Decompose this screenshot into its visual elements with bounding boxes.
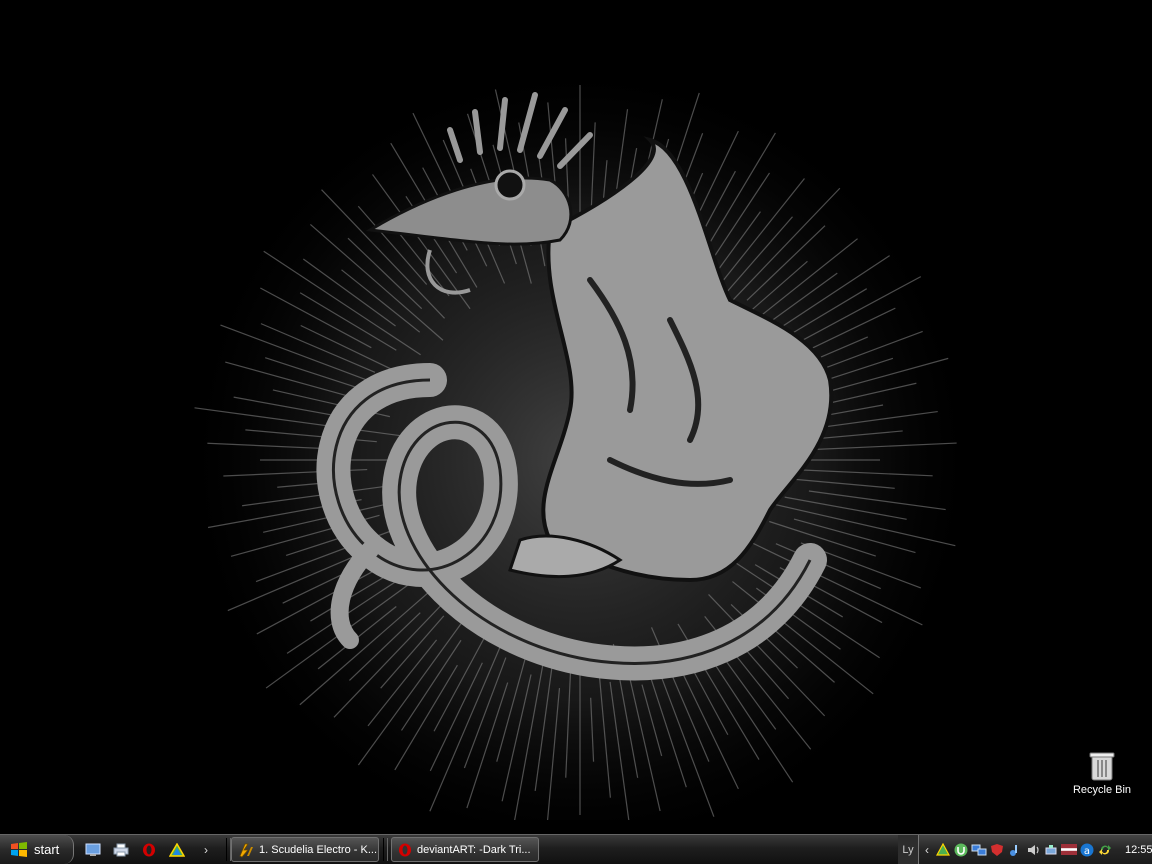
volume-icon: [1028, 844, 1039, 855]
svg-text:a: a: [1084, 846, 1090, 857]
tray-safely-remove-hardware[interactable]: [1043, 842, 1059, 858]
quick-launch-more-chevron[interactable]: ›: [204, 843, 208, 857]
tray-expand-chevron[interactable]: ‹: [925, 843, 929, 857]
quick-launch-opera[interactable]: [138, 839, 160, 861]
taskbar: start › 1. Scudelia Electro - K... devia…: [0, 834, 1152, 864]
tray-network[interactable]: [971, 842, 987, 858]
tray-security[interactable]: [989, 842, 1005, 858]
show-desktop-icon: [85, 843, 101, 856]
task-button-deviantart[interactable]: deviantART: -Dark Tri...: [391, 837, 539, 862]
language-indicator[interactable]: Ly: [898, 835, 918, 864]
start-label: start: [34, 842, 60, 857]
task-button-winamp[interactable]: 1. Scudelia Electro - K...: [231, 837, 379, 862]
quick-launch-show-desktop[interactable]: [82, 839, 104, 861]
taskbar-separator: [383, 838, 388, 861]
wallpaper-dragon-art: [180, 80, 980, 820]
windows-logo-icon: [11, 841, 27, 857]
tray-language-flag[interactable]: [1061, 842, 1077, 858]
system-tray: ‹ a 12:55: [918, 835, 1152, 864]
tray-clock[interactable]: 12:55 AM: [1125, 844, 1152, 856]
opera-icon: [399, 843, 411, 856]
quick-launch-delta-app[interactable]: [166, 839, 188, 861]
tray-utorrent[interactable]: [953, 842, 969, 858]
winamp-icon: [239, 843, 253, 857]
recycle-bin-label: Recycle Bin: [1072, 784, 1132, 796]
network-icon: [971, 844, 987, 855]
safely-remove-hardware-icon: [1045, 844, 1057, 854]
recycle-bin-icon: [1089, 752, 1115, 781]
delta-app-icon: [936, 843, 950, 856]
utorrent-icon: [954, 843, 968, 856]
printer-icon: [113, 843, 129, 856]
opera-icon: [143, 843, 155, 856]
task-button-winamp-label: 1. Scudelia Electro - K...: [259, 843, 377, 856]
shield-icon: [991, 843, 1003, 856]
latvia-flag-icon: [1061, 844, 1077, 855]
task-button-deviantart-label: deviantART: -Dark Tri...: [417, 843, 531, 856]
quick-launch-printer[interactable]: [110, 839, 132, 861]
tray-sync[interactable]: [1097, 842, 1113, 858]
sync-icon: [1099, 844, 1111, 855]
desktop: Recycle Bin: [0, 0, 1152, 834]
dictionary-icon: a: [1080, 843, 1094, 857]
start-button[interactable]: start: [0, 835, 74, 864]
quick-launch-bar: ›: [82, 835, 222, 864]
tray-audio-manager[interactable]: [1007, 842, 1023, 858]
audio-manager-icon: [1010, 844, 1017, 856]
tray-dictionary[interactable]: a: [1079, 842, 1095, 858]
tray-volume[interactable]: [1025, 842, 1041, 858]
tray-delta-app[interactable]: [935, 842, 951, 858]
desktop-icon-recycle-bin[interactable]: Recycle Bin: [1066, 750, 1138, 806]
delta-app-icon: [169, 842, 185, 857]
